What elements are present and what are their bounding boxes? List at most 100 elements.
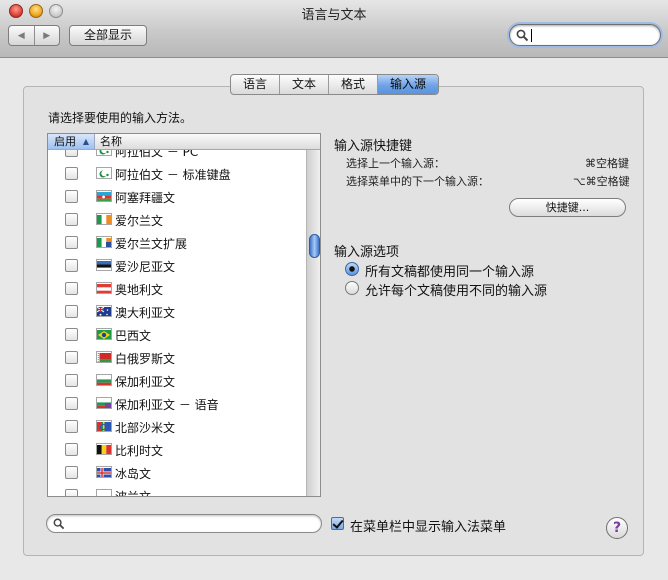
forward-arrow-icon: ▶ — [43, 30, 51, 41]
next-source-key: ⌥⌘空格键 — [573, 175, 630, 188]
list-row[interactable]: 冰岛文 — [48, 461, 306, 484]
enable-checkbox[interactable] — [65, 374, 78, 387]
list-row[interactable]: 阿拉伯文 － 标准键盘 — [48, 162, 306, 185]
sami-flag-icon — [96, 420, 112, 432]
radio-button-selected[interactable] — [345, 262, 359, 276]
enable-checkbox[interactable] — [65, 466, 78, 479]
row-label: 保加利亚文 — [115, 375, 176, 389]
belarus-flag-icon — [96, 351, 112, 363]
enable-checkbox[interactable] — [65, 213, 78, 226]
row-label: 巴西文 — [115, 329, 152, 343]
help-button[interactable]: ? — [606, 517, 628, 539]
back-button[interactable]: ◀ — [9, 26, 34, 45]
row-label: 爱沙尼亚文 — [115, 260, 176, 274]
row-label: 冰岛文 — [115, 467, 152, 481]
enable-checkbox[interactable] — [65, 167, 78, 180]
enable-checkbox[interactable] — [65, 351, 78, 364]
options-title: 输入源选项 — [334, 245, 400, 260]
estonia-flag-icon — [96, 259, 112, 271]
row-label: 奥地利文 — [115, 283, 164, 297]
enable-checkbox[interactable] — [65, 259, 78, 272]
row-label: 北部沙米文 — [115, 421, 176, 435]
poland-flag-icon — [96, 489, 112, 496]
list-row[interactable]: 比利时文 — [48, 438, 306, 461]
arabic-script-icon — [96, 150, 112, 156]
tab-language[interactable]: 语言 — [231, 75, 279, 94]
azerbaijan-flag-icon — [96, 190, 112, 202]
input-method-prompt: 请选择要使用的输入方法。 — [48, 111, 193, 125]
shortcuts-title: 输入源快捷键 — [334, 139, 413, 154]
list-row[interactable]: 巴西文 — [48, 323, 306, 346]
list-row[interactable]: 爱沙尼亚文 — [48, 254, 306, 277]
tab-input-sources[interactable]: 输入源 — [377, 75, 439, 94]
list-search-field[interactable] — [46, 514, 322, 533]
list-row[interactable]: 保加利亚文 － 语音 — [48, 392, 306, 415]
list-row[interactable]: 爱尔兰文扩展 — [48, 231, 306, 254]
enable-checkbox[interactable] — [65, 305, 78, 318]
scrollbar-thumb[interactable] — [309, 234, 320, 258]
list-rows: 阿拉伯文 － PC 阿拉伯文 － 标准键盘 阿塞拜疆文 爱尔兰文 爱尔兰文扩展 … — [48, 150, 306, 496]
enable-checkbox[interactable] — [65, 489, 78, 496]
prev-source-label: 选择上一个输入源： — [346, 157, 445, 170]
show-input-menu-label[interactable]: 在菜单栏中显示输入法菜单 — [350, 516, 506, 535]
list-row[interactable]: 阿拉伯文 － PC — [48, 150, 306, 162]
enable-checkbox[interactable] — [65, 397, 78, 410]
austria-flag-icon — [96, 282, 112, 294]
tab-bar: 语言 文本 格式 输入源 — [230, 74, 440, 95]
tab-text[interactable]: 文本 — [279, 75, 328, 94]
keyboard-shortcuts-button[interactable]: 快捷键... — [509, 198, 626, 217]
row-label: 保加利亚文 － 语音 — [115, 398, 219, 412]
column-enable-header[interactable]: 启用 ▲ — [48, 134, 95, 149]
row-label: 阿拉伯文 － PC — [115, 150, 199, 159]
text-caret — [531, 29, 532, 42]
row-label: 比利时文 — [115, 444, 164, 458]
enable-checkbox[interactable] — [65, 282, 78, 295]
list-scrollbar[interactable] — [306, 150, 320, 496]
show-input-menu-checkbox[interactable] — [331, 517, 344, 530]
list-row[interactable]: 爱尔兰文 — [48, 208, 306, 231]
toolbar-search-field[interactable] — [509, 24, 661, 46]
list-row[interactable]: 阿塞拜疆文 — [48, 185, 306, 208]
list-row[interactable]: 波兰文 — [48, 484, 306, 496]
belgium-flag-icon — [96, 443, 112, 455]
ireland-flag-icon — [96, 213, 112, 225]
next-source-label: 选择菜单中的下一个输入源： — [346, 175, 489, 188]
list-row[interactable]: 北部沙米文 — [48, 415, 306, 438]
input-source-list[interactable]: 启用 ▲ 名称 阿拉伯文 － PC 阿拉伯文 － 标准键盘 阿塞拜疆文 爱尔兰文 — [47, 133, 321, 497]
window-title: 语言与文本 — [301, 8, 367, 23]
search-icon — [516, 29, 529, 42]
enable-checkbox[interactable] — [65, 420, 78, 433]
list-row[interactable]: 白俄罗斯文 — [48, 346, 306, 369]
column-enable-label: 启用 — [54, 135, 76, 148]
show-all-button[interactable]: 全部显示 — [69, 25, 147, 46]
list-row[interactable]: 奥地利文 — [48, 277, 306, 300]
brazil-flag-icon — [96, 328, 112, 340]
bulgaria-phonetic-flag-icon — [96, 397, 112, 409]
row-label: 阿拉伯文 － 标准键盘 — [115, 168, 231, 182]
ireland-extended-flag-icon — [96, 236, 112, 248]
back-arrow-icon: ◀ — [17, 30, 25, 41]
list-row[interactable]: 保加利亚文 — [48, 369, 306, 392]
enable-checkbox[interactable] — [65, 328, 78, 341]
forward-button[interactable]: ▶ — [33, 26, 60, 45]
list-header: 启用 ▲ 名称 — [48, 134, 320, 150]
radio-per-document-label: 允许每个文稿使用不同的输入源 — [365, 284, 548, 299]
enable-checkbox[interactable] — [65, 443, 78, 456]
column-name-header[interactable]: 名称 — [100, 134, 122, 149]
radio-same-source-label: 所有文稿都使用同一个输入源 — [365, 265, 535, 280]
row-label: 波兰文 — [115, 488, 151, 496]
radio-button[interactable] — [345, 281, 359, 295]
enable-checkbox[interactable] — [65, 190, 78, 203]
sort-ascending-icon: ▲ — [82, 137, 89, 146]
enable-checkbox[interactable] — [65, 150, 78, 157]
arabic-script-icon — [96, 167, 112, 179]
row-label: 爱尔兰文扩展 — [115, 237, 188, 251]
list-row[interactable]: 澳大利亚文 — [48, 300, 306, 323]
tab-formats[interactable]: 格式 — [328, 75, 377, 94]
australia-flag-icon — [96, 305, 112, 317]
row-label: 阿塞拜疆文 — [115, 191, 176, 205]
row-label: 澳大利亚文 — [115, 306, 176, 320]
enable-checkbox[interactable] — [65, 236, 78, 249]
row-label: 爱尔兰文 — [115, 214, 164, 228]
search-icon — [53, 518, 65, 530]
